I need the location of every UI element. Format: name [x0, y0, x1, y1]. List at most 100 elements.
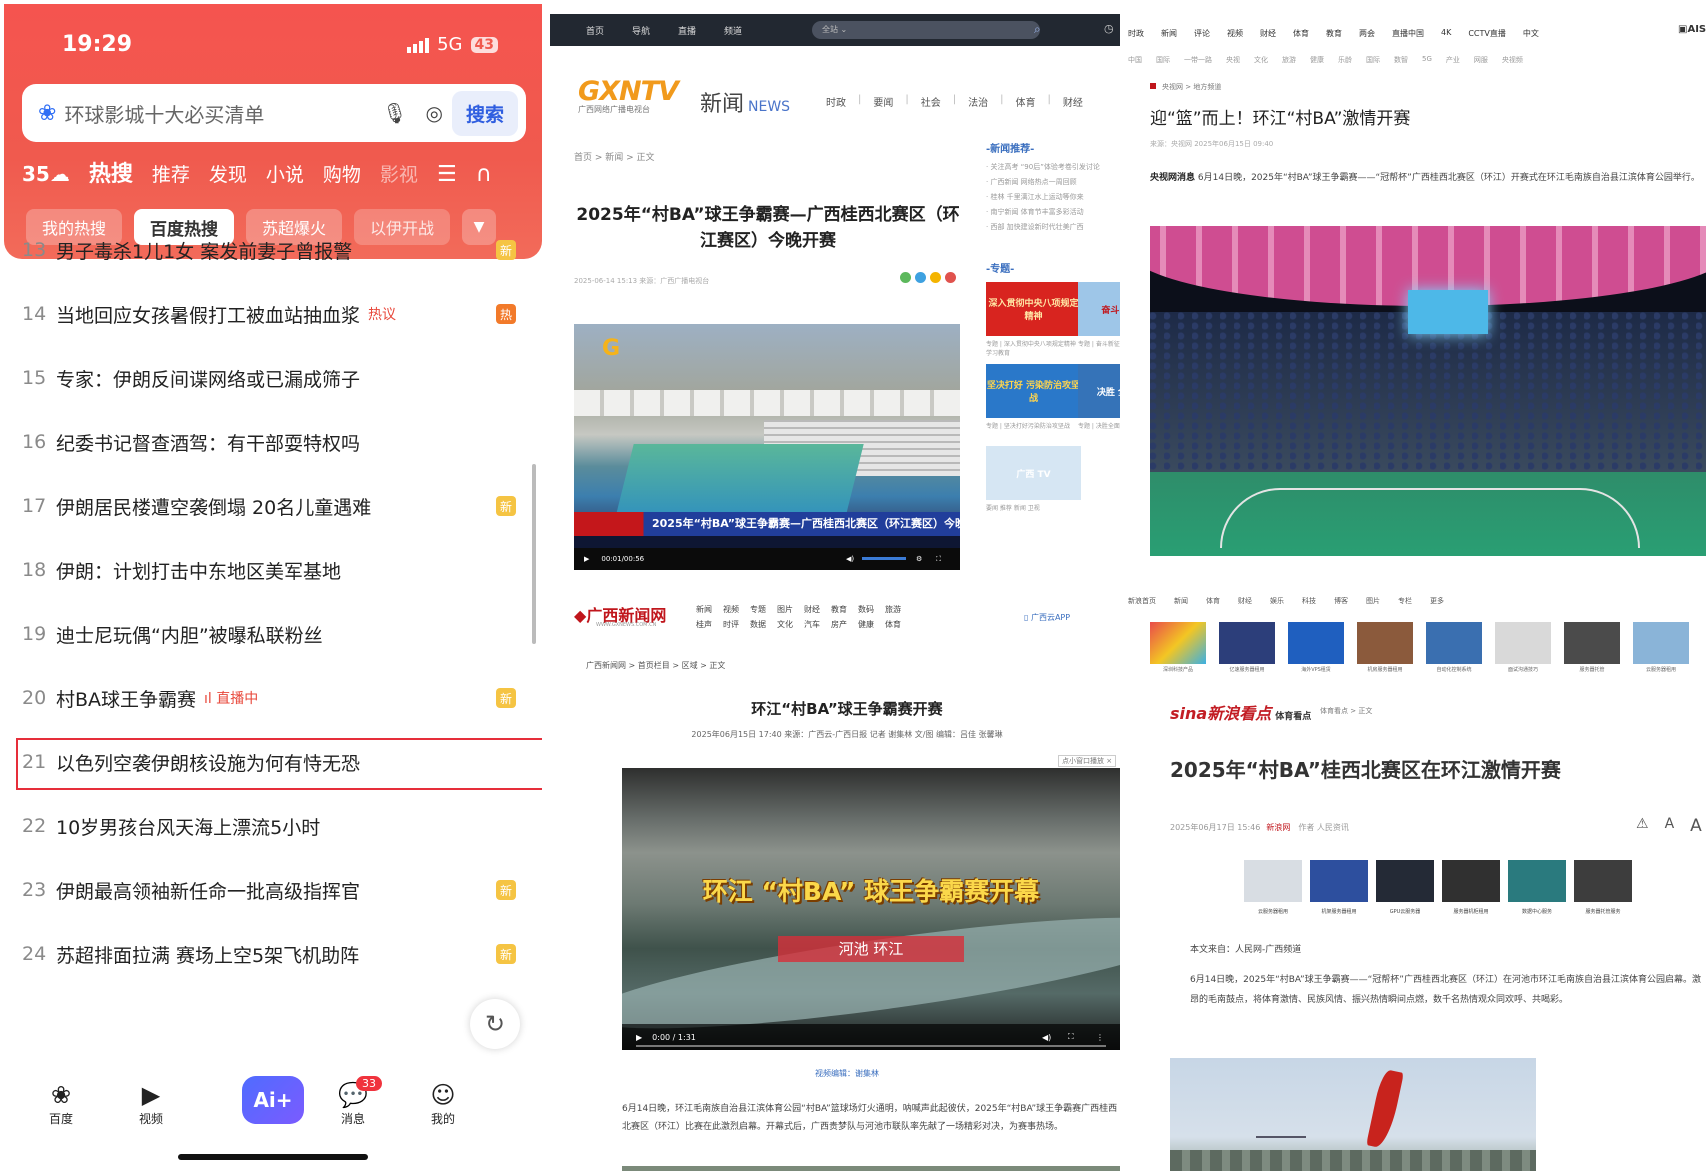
cctv-subnav-item[interactable]: 央视频 — [1502, 55, 1523, 65]
cctv-subnav-item[interactable]: 数智 — [1394, 55, 1408, 65]
nav-mine[interactable]: ☺ 我的 — [408, 1080, 478, 1127]
gxnews-nav-item[interactable]: 新闻 — [696, 604, 723, 615]
gxnews-nav-item[interactable]: 图片 — [777, 604, 804, 615]
gxnews-nav-item[interactable]: 桂声 — [696, 619, 723, 630]
microphone-icon[interactable]: 🎙 — [382, 101, 407, 125]
gxnews-nav-item[interactable]: 时评 — [723, 619, 750, 630]
tab-video[interactable]: 影视 — [380, 160, 418, 187]
topbar-home[interactable]: 首页 — [586, 24, 604, 37]
hot-item[interactable]: 15 专家：伊朗反间谍网络或已漏成筛子 — [22, 358, 524, 398]
cctv-nav-item[interactable]: 教育 — [1326, 28, 1342, 39]
gxnews-nav-item[interactable]: 教育 — [831, 604, 858, 615]
sina-ad-thumbnail[interactable] — [1442, 860, 1500, 902]
topic-tile[interactable]: 坚决打好 污染防治攻坚战 — [986, 364, 1081, 418]
recommend-item[interactable]: · 桂林 千里漓江水上运动等你来 — [986, 190, 1120, 205]
tab-hot[interactable]: 热搜 — [89, 156, 133, 188]
ad-thumbnail[interactable] — [1357, 622, 1413, 664]
sina-ad-thumbnail[interactable] — [1376, 860, 1434, 902]
mini-window-button[interactable]: 点小窗口播放 × — [1058, 755, 1117, 767]
font-smaller-icon[interactable]: A — [1665, 816, 1675, 836]
cctv-subnav-item[interactable]: 乐龄 — [1338, 55, 1352, 65]
refresh-icon[interactable]: ↻ — [470, 999, 520, 1049]
cctv-nav-item[interactable]: 评论 — [1194, 28, 1210, 39]
tab-recommend[interactable]: 推荐 — [152, 160, 190, 187]
cctv-nav-item[interactable]: 直播中国 — [1392, 28, 1424, 39]
nav-message[interactable]: 💬 33 消息 — [318, 1076, 388, 1127]
sina-nav-item[interactable]: 娱乐 — [1270, 596, 1284, 606]
sina-nav-item[interactable]: 博客 — [1334, 596, 1348, 606]
sina-logo[interactable]: sina新浪看点 体育看点 — [1170, 700, 1311, 724]
recommend-item[interactable]: · 南宁新闻 体育节丰富多彩活动 — [986, 205, 1120, 220]
cctv-subnav-item[interactable]: 旅游 — [1282, 55, 1296, 65]
cctv-nav-item[interactable]: 4K — [1441, 28, 1451, 39]
nav-finance[interactable]: 财经 — [1063, 94, 1083, 109]
nav-baidu[interactable]: ❀ 百度 — [26, 1080, 96, 1127]
ad-thumbnail[interactable] — [1426, 622, 1482, 664]
topbar-live[interactable]: 直播 — [678, 24, 696, 37]
cctv-nav-item[interactable]: 中文 — [1523, 28, 1539, 39]
menu-icon[interactable]: ☰ — [437, 162, 457, 187]
hot-item[interactable]: 16 纪委书记督查酒驾：有干部耍特权吗 — [22, 422, 524, 462]
topic-tile[interactable]: 广西 TV — [986, 446, 1081, 500]
aisc-logo-icon[interactable]: ▣AISC — [1678, 24, 1706, 35]
ai-button[interactable]: Ai+ — [242, 1076, 304, 1124]
hot-item[interactable]: 17 伊朗居民楼遭空袭倒塌 20名儿童遇难 新 — [22, 486, 524, 526]
gxnews-nav-item[interactable]: 文化 — [777, 619, 804, 630]
gxnews-nav-item[interactable]: 专题 — [750, 604, 777, 615]
sina-ad-thumbnail[interactable] — [1508, 860, 1566, 902]
nav-sports[interactable]: 体育 — [1016, 94, 1036, 109]
headphones-icon[interactable]: ∩ — [476, 162, 492, 187]
nav-video[interactable]: ▶ 视频 — [116, 1080, 186, 1127]
recommend-item[interactable]: · 广西新闻 网络热点一周回顾 — [986, 175, 1120, 190]
weather-temp[interactable]: 35☁ — [22, 162, 70, 186]
ad-thumbnail[interactable] — [1150, 622, 1206, 664]
sina-nav-item[interactable]: 图片 — [1366, 596, 1380, 606]
hot-item[interactable]: 20 村BA球王争霸赛 ıl 直播中 新 — [22, 678, 524, 718]
topic-tile[interactable]: 决胜 全面小康 — [1078, 364, 1120, 418]
recommend-item[interactable]: · 关注高考 “90后”体验考卷引发讨论 — [986, 160, 1120, 175]
cctv-subnav-item[interactable]: 5G — [1422, 55, 1432, 65]
gxnews-nav-item[interactable]: 财经 — [804, 604, 831, 615]
gxnews-app-link[interactable]: ▯ 广西云APP — [1024, 612, 1070, 623]
search-icon[interactable]: ⌕ — [1034, 22, 1041, 37]
topic-tile[interactable]: 深入贯彻中央八项规定精神 — [986, 282, 1081, 336]
cctv-subnav-item[interactable]: 产业 — [1446, 55, 1460, 65]
hot-item[interactable]: 18 伊朗：计划打击中东地区美军基地 — [22, 550, 524, 590]
sina-nav-item[interactable]: 专栏 — [1398, 596, 1412, 606]
clock-icon[interactable]: ◷ — [1104, 22, 1114, 35]
volume-icon[interactable]: ◀) — [846, 555, 854, 563]
cctv-subnav-item[interactable]: 国际 — [1366, 55, 1380, 65]
play-icon[interactable]: ▶ — [584, 555, 589, 563]
weibo-icon[interactable] — [945, 272, 956, 283]
more-icon[interactable]: ⋮ — [1096, 1033, 1104, 1042]
video-progress[interactable] — [636, 1045, 1106, 1047]
qzone-icon[interactable] — [930, 272, 941, 283]
topbar-channel[interactable]: 频道 — [724, 24, 742, 37]
sina-nav-item[interactable]: 更多 — [1430, 596, 1444, 606]
cctv-subnav-item[interactable]: 文化 — [1254, 55, 1268, 65]
cctv-subnav-item[interactable]: 一带一路 — [1184, 55, 1212, 65]
volume-slider[interactable] — [862, 557, 906, 560]
gxntv-search-input[interactable]: 全站 ⌄ — [812, 21, 1040, 39]
sina-nav-item[interactable]: 体育 — [1206, 596, 1220, 606]
ad-thumbnail[interactable] — [1288, 622, 1344, 664]
gxnews-nav-item[interactable]: 数据 — [750, 619, 777, 630]
sina-nav-item[interactable]: 新闻 — [1174, 596, 1188, 606]
search-button[interactable]: 搜索 — [451, 90, 518, 136]
sina-ad-thumbnail[interactable] — [1574, 860, 1632, 902]
hot-item[interactable]: 23 伊朗最高领袖新任命一批高级指挥官 新 — [22, 870, 524, 910]
cctv-nav-item[interactable]: 财经 — [1260, 28, 1276, 39]
cctv-subnav-item[interactable]: 国际 — [1156, 55, 1170, 65]
sina-nav-item[interactable]: 科技 — [1302, 596, 1316, 606]
font-larger-icon[interactable]: A — [1690, 816, 1702, 836]
settings-icon[interactable]: ⚙ — [916, 555, 922, 563]
topbar-nav[interactable]: 导航 — [632, 24, 650, 37]
hot-item[interactable]: 22 10岁男孩台风天海上漂流5小时 — [22, 806, 524, 846]
search-input[interactable]: 环球影城十大必买清单 — [64, 99, 373, 128]
cctv-nav-item[interactable]: 新闻 — [1161, 28, 1177, 39]
gxnews-nav-item[interactable]: 汽车 — [804, 619, 831, 630]
ad-thumbnail[interactable] — [1564, 622, 1620, 664]
sina-nav-item[interactable]: 财经 — [1238, 596, 1252, 606]
gxntv-video-player[interactable]: G 2025年“村BA”球王争霸赛—广西桂西北赛区（环江赛区）今晚开赛 ▶ 00… — [574, 324, 960, 570]
fullscreen-icon[interactable]: ⛶ — [1068, 1032, 1074, 1042]
